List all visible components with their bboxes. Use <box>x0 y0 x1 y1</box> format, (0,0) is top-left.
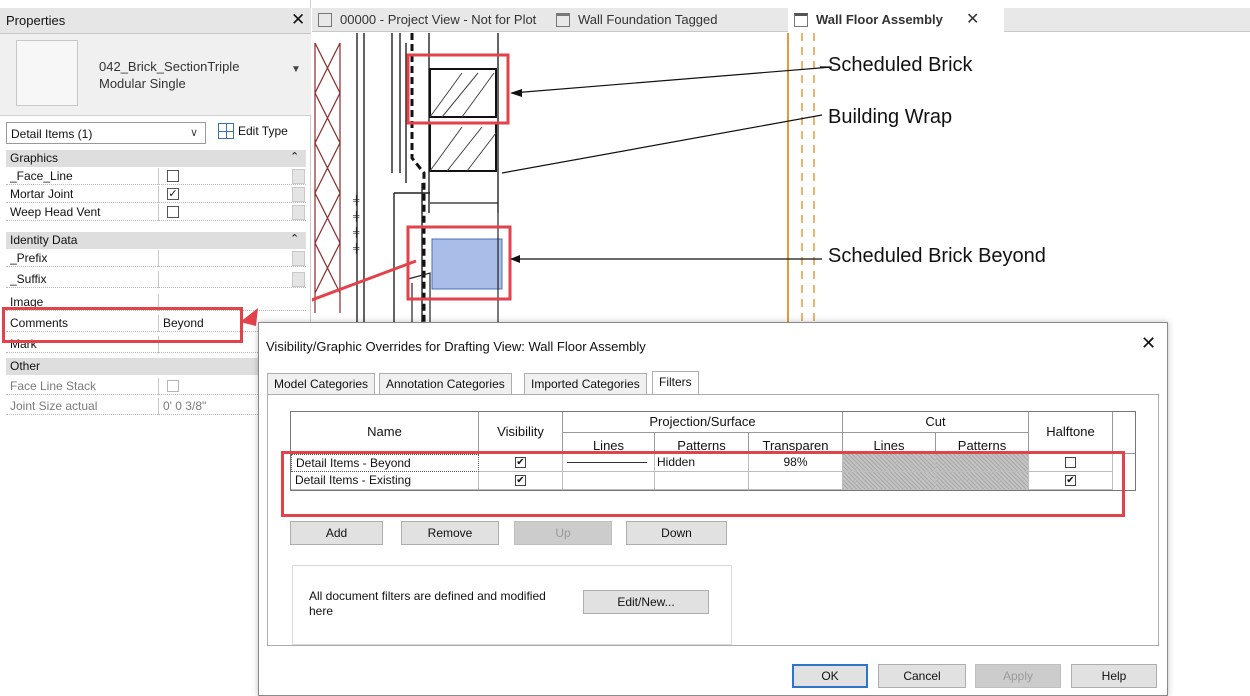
add-button[interactable]: Add <box>290 521 383 545</box>
tab-project-view[interactable]: 00000 - Project View - Not for Plot <box>312 8 542 32</box>
callout-building-wrap: Building Wrap <box>828 106 953 128</box>
param-row-suffix: _Suffix <box>6 271 306 288</box>
apply-button[interactable]: Apply <box>975 664 1061 688</box>
filters-panel: Name Visibility Projection/Surface Cut H… <box>267 394 1159 646</box>
param-row-mortar-joint: Mortar Joint ✓ <box>6 186 306 203</box>
view-tab-bar: 00000 - Project View - Not for Plot Wall… <box>312 8 1250 32</box>
param-value[interactable] <box>158 204 292 221</box>
group-label: Graphics <box>10 151 59 165</box>
close-icon[interactable]: ✕ <box>291 10 305 30</box>
close-icon[interactable]: ✕ <box>966 9 979 29</box>
associate-parameter-button[interactable] <box>292 251 305 266</box>
sheet-icon <box>318 13 332 27</box>
param-name: Mortar Joint <box>10 187 74 201</box>
group-graphics[interactable]: Graphics ⌃ <box>6 150 306 167</box>
info-text: All document filters are defined and mod… <box>309 589 546 618</box>
svg-text:╪: ╪ <box>352 226 360 238</box>
collapse-icon[interactable]: ⌃ <box>290 150 299 163</box>
checkbox-weep-head-vent[interactable] <box>167 206 179 218</box>
type-preview-image <box>16 40 78 106</box>
tab-label: Wall Foundation Tagged <box>578 12 718 27</box>
param-name: _Suffix <box>10 272 47 286</box>
drawing-canvas[interactable]: ╪ ╪ ╪ ╪ Scheduled Brick Building Wrap Sched… <box>312 33 1250 333</box>
checkbox-face-line-stack <box>167 380 179 392</box>
col-header-name[interactable]: Name <box>291 412 479 454</box>
group-identity-data[interactable]: Identity Data ⌃ <box>6 232 306 249</box>
param-value[interactable] <box>158 168 292 185</box>
up-button[interactable]: Up <box>514 521 612 545</box>
svg-text:╪: ╪ <box>352 194 360 206</box>
chevron-down-icon[interactable]: ▼ <box>291 64 301 75</box>
tab-wall-foundation[interactable]: Wall Foundation Tagged <box>550 8 780 32</box>
ok-button[interactable]: OK <box>792 664 868 688</box>
dialog-title: Visibility/Graphic Overrides for Draftin… <box>266 339 646 354</box>
properties-titlebar: Properties ✕ <box>0 8 311 34</box>
type-name-line-1: 042_Brick_SectionTriple <box>99 59 240 74</box>
collapse-icon[interactable]: ⌃ <box>290 232 299 245</box>
param-name: Joint Size actual <box>10 399 98 413</box>
down-button[interactable]: Down <box>626 521 727 545</box>
group-label: Identity Data <box>10 233 78 247</box>
drafting-view-icon <box>794 13 808 27</box>
group-label: Other <box>10 359 41 373</box>
associate-parameter-button[interactable] <box>292 187 305 202</box>
callout-scheduled-brick-beyond: Scheduled Brick Beyond <box>828 245 1046 267</box>
type-selector[interactable]: 042_Brick_SectionTriple Modular Single ▼ <box>0 34 311 116</box>
param-name: _Face_Line <box>10 169 73 183</box>
param-row-weep-head-vent: Weep Head Vent <box>6 204 306 221</box>
tab-label: 00000 - Project View - Not for Plot <box>340 12 537 27</box>
tab-imported-categories[interactable]: Imported Categories <box>524 373 647 394</box>
col-header-filler <box>1113 412 1135 454</box>
tab-wall-floor-assembly[interactable]: Wall Floor Assembly ✕ <box>788 8 1004 32</box>
param-value[interactable]: ✓ <box>158 186 292 203</box>
type-name-line-2: Modular Single <box>99 76 186 91</box>
param-name: _Prefix <box>10 251 48 265</box>
edit-type-button[interactable]: Edit Type <box>218 121 310 145</box>
cancel-button[interactable]: Cancel <box>878 664 966 688</box>
edit-type-icon <box>218 123 234 139</box>
col-header-visibility[interactable]: Visibility <box>479 412 563 454</box>
edit-type-label: Edit Type <box>238 124 288 138</box>
tab-label: Wall Floor Assembly <box>816 12 943 27</box>
drafting-view-icon <box>556 13 570 27</box>
tab-filters[interactable]: Filters <box>652 371 699 395</box>
param-row-prefix: _Prefix <box>6 250 306 267</box>
highlight-comments <box>2 307 243 343</box>
instance-filter-label: Detail Items (1) <box>11 127 93 141</box>
param-value[interactable] <box>158 271 292 288</box>
type-name: 042_Brick_SectionTriple Modular Single <box>99 58 239 92</box>
chevron-down-icon: ∨ <box>190 127 199 139</box>
associate-parameter-button[interactable] <box>292 205 305 220</box>
callout-scheduled-brick: Scheduled Brick <box>828 54 973 76</box>
col-header-cut: Cut <box>843 412 1029 433</box>
close-icon[interactable]: ✕ <box>1141 333 1156 354</box>
checkbox-face-line[interactable] <box>167 170 179 182</box>
help-button[interactable]: Help <box>1071 664 1157 688</box>
visibility-graphics-dialog: Visibility/Graphic Overrides for Draftin… <box>258 322 1168 696</box>
filters-info-box: All document filters are defined and mod… <box>292 565 732 645</box>
section-drawing: ╪ ╪ ╪ ╪ <box>312 33 833 333</box>
param-name: Weep Head Vent <box>10 205 101 219</box>
col-header-projection: Projection/Surface <box>563 412 843 433</box>
checkbox-mortar-joint[interactable]: ✓ <box>167 188 179 200</box>
param-row-face-line: _Face_Line <box>6 168 306 185</box>
instance-filter-dropdown[interactable]: Detail Items (1) ∨ <box>6 122 206 144</box>
svg-text:╪: ╪ <box>352 210 360 222</box>
param-name: Face Line Stack <box>10 379 97 393</box>
properties-title: Properties <box>6 13 66 28</box>
edit-new-button[interactable]: Edit/New... <box>583 590 709 614</box>
col-header-halftone[interactable]: Halftone <box>1029 412 1113 454</box>
svg-text:╪: ╪ <box>352 242 360 254</box>
tab-annotation-categories[interactable]: Annotation Categories <box>379 373 512 394</box>
associate-parameter-button[interactable] <box>292 272 305 287</box>
associate-parameter-button[interactable] <box>292 169 305 184</box>
remove-button[interactable]: Remove <box>401 521 499 545</box>
param-value[interactable] <box>158 250 292 267</box>
highlight-filter-rows <box>281 451 1125 517</box>
tab-model-categories[interactable]: Model Categories <box>267 373 376 394</box>
